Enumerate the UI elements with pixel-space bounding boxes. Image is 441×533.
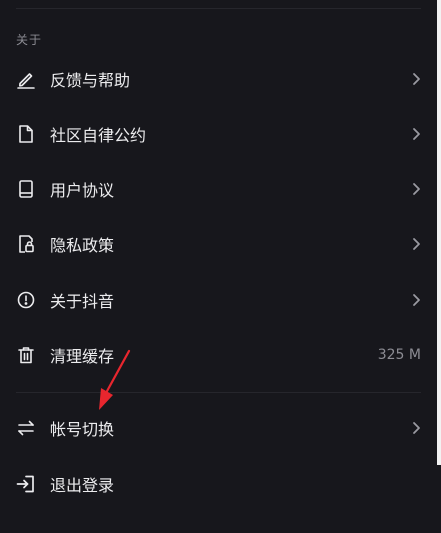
- chevron-right-icon: [411, 127, 421, 141]
- section-divider: [16, 392, 421, 393]
- menu-item-label: 反馈与帮助: [50, 71, 131, 90]
- switch-arrows-icon: [15, 417, 37, 439]
- chevron-right-icon: [411, 237, 421, 251]
- trash-icon: [15, 344, 37, 366]
- chevron-right-icon: [411, 72, 421, 86]
- chevron-right-icon: [411, 182, 421, 196]
- logout-icon: [15, 473, 37, 495]
- pencil-icon: [15, 68, 37, 90]
- lock-document-icon: [15, 233, 37, 255]
- menu-item-clear-cache[interactable]: 清理缓存 325 M: [0, 333, 441, 377]
- scrollbar[interactable]: [437, 0, 441, 465]
- menu-item-label: 用户协议: [50, 181, 115, 200]
- menu-item-logout[interactable]: 退出登录: [0, 462, 441, 506]
- top-divider: [16, 8, 421, 9]
- menu-item-switch-account[interactable]: 帐号切换: [0, 406, 441, 450]
- document-icon: [15, 123, 37, 145]
- menu-item-label: 帐号切换: [50, 420, 115, 439]
- chevron-right-icon: [411, 293, 421, 307]
- menu-item-about-douyin[interactable]: 关于抖音: [0, 278, 441, 322]
- menu-item-label: 清理缓存: [50, 347, 115, 366]
- book-icon: [15, 178, 37, 200]
- menu-item-user-agreement[interactable]: 用户协议: [0, 167, 441, 211]
- menu-item-privacy-policy[interactable]: 隐私政策: [0, 222, 441, 266]
- menu-item-label: 关于抖音: [50, 292, 115, 311]
- menu-item-label: 社区自律公约: [50, 126, 147, 145]
- menu-item-feedback-help[interactable]: 反馈与帮助: [0, 57, 441, 101]
- cache-size-value: 325 M: [377, 347, 421, 363]
- menu-item-community-guidelines[interactable]: 社区自律公约: [0, 112, 441, 156]
- section-title-about: 关于: [16, 33, 43, 47]
- menu-item-label: 退出登录: [50, 476, 115, 495]
- info-circle-icon: [15, 289, 37, 311]
- menu-item-label: 隐私政策: [50, 236, 115, 255]
- chevron-right-icon: [411, 421, 421, 435]
